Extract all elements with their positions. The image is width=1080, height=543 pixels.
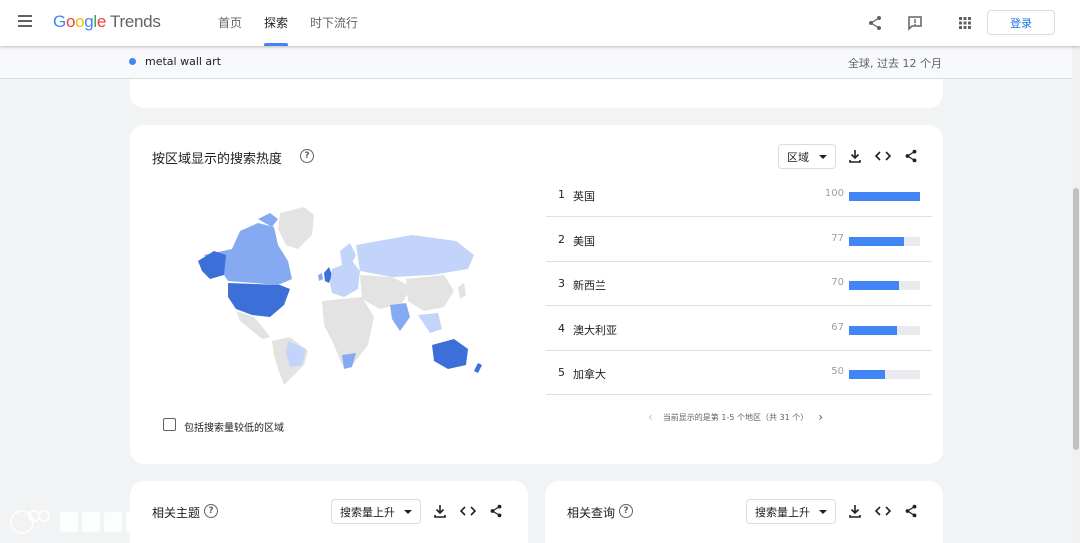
region-bar-fill (849, 370, 885, 379)
help-icon[interactable]: ? (300, 149, 314, 163)
region-value: 70 (831, 277, 844, 288)
map-region-china (406, 275, 454, 311)
map-region-se-asia (418, 313, 442, 333)
logo-product-name: Trends (110, 12, 161, 31)
region-bar (849, 237, 920, 246)
share-icon[interactable] (487, 502, 505, 520)
map-region-europe (330, 261, 360, 297)
rank-number: 1 (558, 188, 565, 201)
feedback-icon[interactable] (905, 13, 925, 33)
include-low-volume-checkbox[interactable] (163, 418, 176, 431)
include-low-volume-label: 包括搜索量较低的区域 (184, 423, 284, 434)
region-bar (849, 192, 920, 201)
download-icon[interactable] (846, 502, 864, 520)
card-title: 相关主题 (152, 506, 201, 520)
related-topics-dropdown[interactable]: 搜索量上升 (331, 499, 421, 524)
map-region-new-zealand (474, 363, 482, 373)
related-queries-dropdown[interactable]: 搜索量上升 (746, 499, 836, 524)
related-queries-card: 相关查询 ? 搜索量上升 (545, 481, 943, 543)
region-value: 77 (831, 233, 844, 244)
chevron-down-icon (819, 155, 827, 159)
map-region-australia (432, 339, 468, 369)
region-bar (849, 281, 920, 290)
world-map[interactable] (192, 205, 482, 385)
apps-icon[interactable] (955, 13, 975, 33)
embed-icon[interactable] (459, 502, 477, 520)
dropdown-value: 搜索量上升 (755, 505, 810, 519)
search-scope: 全球, 过去 12 个月 (848, 57, 942, 70)
region-name: 加拿大 (573, 368, 606, 381)
region-bar (849, 326, 920, 335)
share-icon[interactable] (902, 502, 920, 520)
rank-number: 3 (558, 277, 565, 290)
list-item[interactable]: 2 美国 77 (546, 218, 932, 262)
list-item[interactable]: 4 澳大利亚 67 (546, 307, 932, 351)
dropdown-value: 搜索量上升 (340, 505, 395, 519)
rank-number: 4 (558, 322, 565, 335)
nav-trending[interactable]: 时下流行 (310, 0, 358, 46)
login-button[interactable]: 登录 (987, 10, 1055, 35)
card-title: 按区域显示的搜索热度 (152, 152, 283, 167)
map-region-greenland (278, 207, 314, 249)
region-bar-fill (849, 281, 899, 290)
region-dropdown[interactable]: 区域 (778, 144, 836, 169)
scrollbar-thumb[interactable] (1073, 188, 1079, 450)
map-region-russia (356, 235, 474, 277)
share-icon[interactable] (902, 147, 920, 165)
pagination: ‹ 当前显示的是第 1-5 个地区（共 31 个） › (648, 410, 823, 424)
download-icon[interactable] (431, 502, 449, 520)
logo-letter: o (75, 12, 85, 31)
nav-explore[interactable]: 探索 (264, 0, 289, 46)
region-dropdown-value: 区域 (787, 150, 809, 164)
map-region-japan (458, 283, 466, 299)
region-bar (849, 370, 920, 379)
nav-home[interactable]: 首页 (218, 0, 242, 46)
embed-icon[interactable] (874, 502, 892, 520)
region-value: 50 (831, 366, 844, 377)
watermark-logo (10, 510, 138, 534)
term-color-dot (129, 58, 136, 65)
embed-icon[interactable] (874, 147, 892, 165)
region-name: 美国 (573, 235, 595, 248)
region-value: 100 (824, 188, 844, 199)
map-region-alaska (198, 251, 226, 279)
region-bar-fill (849, 326, 897, 335)
list-item[interactable]: 1 英国 100 (546, 173, 932, 217)
share-icon[interactable] (865, 13, 885, 33)
main-nav: 首页 探索 时下流行 (218, 0, 358, 46)
region-name: 新西兰 (573, 279, 606, 292)
pagination-text: 当前显示的是第 1-5 个地区（共 31 个） (662, 412, 809, 422)
map-region-ireland (318, 273, 323, 281)
chevron-right-icon[interactable]: › (818, 410, 823, 424)
region-bar-fill (849, 192, 920, 201)
region-value: 67 (831, 322, 844, 333)
page-scrollbar[interactable] (1072, 46, 1080, 543)
google-trends-logo[interactable]: Google Trends (53, 12, 161, 32)
region-name: 英国 (573, 190, 595, 203)
help-icon[interactable]: ? (619, 504, 633, 518)
interest-by-region-card: 按区域显示的搜索热度 ? 区域 1 英国 100 2 美国 77 3 新西兰 7… (130, 125, 943, 464)
menu-icon[interactable] (18, 15, 32, 27)
region-bar-fill (849, 237, 904, 246)
card-title: 相关查询 (567, 506, 616, 520)
logo-letter: G (53, 12, 66, 31)
search-term[interactable]: metal wall art (145, 55, 221, 68)
rank-number: 5 (558, 366, 565, 379)
logo-letter: o (65, 12, 76, 31)
rank-number: 2 (558, 233, 565, 246)
search-term-bar: metal wall art 全球, 过去 12 个月 (0, 46, 1072, 79)
top-app-bar: Google Trends 首页 探索 时下流行 登录 (0, 0, 1080, 46)
download-icon[interactable] (846, 147, 864, 165)
list-item[interactable]: 3 新西兰 70 (546, 262, 932, 306)
help-icon[interactable]: ? (204, 504, 218, 518)
chevron-down-icon (819, 510, 827, 514)
related-topics-card: 相关主题 ? 搜索量上升 (130, 481, 528, 543)
region-name: 澳大利亚 (573, 324, 617, 337)
logo-letter: e (96, 12, 107, 31)
list-item[interactable]: 5 加拿大 50 (546, 351, 932, 395)
chevron-down-icon (404, 510, 412, 514)
map-region-india (390, 303, 410, 331)
chevron-left-icon[interactable]: ‹ (648, 410, 653, 424)
